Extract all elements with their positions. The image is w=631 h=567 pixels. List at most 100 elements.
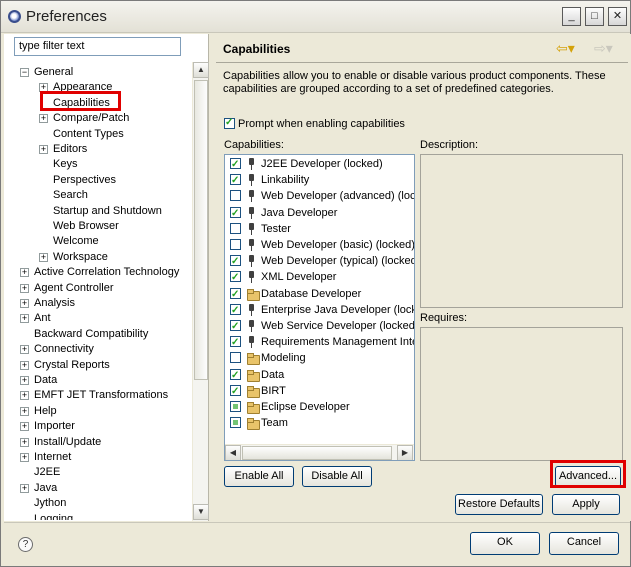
- capability-item[interactable]: XML Developer: [225, 269, 414, 286]
- capability-item[interactable]: Web Developer (advanced) (locke: [225, 188, 414, 204]
- collapse-icon[interactable]: −: [20, 68, 29, 77]
- expand-icon[interactable]: +: [20, 376, 29, 385]
- tree-item[interactable]: − General: [4, 65, 192, 80]
- expand-icon[interactable]: +: [20, 406, 29, 416]
- tree-item[interactable]: Welcome: [4, 234, 192, 249]
- scroll-right-icon[interactable]: ▶: [397, 445, 413, 460]
- capability-item[interactable]: Data: [225, 367, 414, 384]
- capability-item[interactable]: Web Developer (basic) (locked): [225, 237, 414, 253]
- capability-checkbox[interactable]: [230, 417, 241, 429]
- scroll-thumb[interactable]: [194, 80, 208, 380]
- capability-checkbox[interactable]: [230, 190, 241, 202]
- capability-checkbox[interactable]: [230, 352, 241, 364]
- tree-item[interactable]: Content Types: [4, 127, 192, 142]
- tree-item[interactable]: + Help: [4, 404, 192, 419]
- capability-item[interactable]: Linkability: [225, 172, 414, 189]
- tree-item[interactable]: + Active Correlation Technology: [4, 265, 192, 280]
- expand-icon[interactable]: +: [20, 360, 29, 370]
- cancel-button[interactable]: Cancel: [549, 532, 619, 555]
- tree-item[interactable]: + Connectivity: [4, 342, 192, 357]
- disable-all-button[interactable]: Disable All: [302, 466, 372, 487]
- tree-item[interactable]: + Crystal Reports: [4, 358, 192, 373]
- capability-checkbox[interactable]: [230, 222, 241, 234]
- capability-checkbox[interactable]: [230, 319, 241, 335]
- enable-all-button[interactable]: Enable All: [224, 466, 294, 487]
- tree-scrollbar[interactable]: ▲ ▼: [192, 62, 209, 521]
- tree-item[interactable]: Perspectives: [4, 173, 192, 188]
- prompt-checkbox[interactable]: [224, 117, 235, 129]
- capability-checkbox[interactable]: [230, 254, 241, 270]
- tree-item[interactable]: Web Browser: [4, 219, 192, 234]
- tree-item[interactable]: + Importer: [4, 419, 192, 434]
- capability-checkbox[interactable]: [230, 239, 241, 250]
- expand-icon[interactable]: +: [20, 437, 29, 447]
- capability-item[interactable]: Tester: [225, 221, 414, 237]
- capability-item[interactable]: J2EE Developer (locked): [225, 156, 414, 173]
- tree-item[interactable]: Logging: [4, 512, 192, 520]
- scroll-up-icon[interactable]: ▲: [193, 62, 209, 78]
- capability-checkbox[interactable]: [230, 173, 241, 189]
- expand-icon[interactable]: +: [39, 252, 48, 262]
- tree-item[interactable]: + Analysis: [4, 296, 192, 311]
- capability-item[interactable]: Enterprise Java Developer (locke: [225, 302, 414, 319]
- capability-checkbox[interactable]: [230, 303, 241, 319]
- tree-item[interactable]: + Agent Controller: [4, 281, 192, 296]
- capability-checkbox[interactable]: [230, 270, 241, 286]
- capability-checkbox[interactable]: [230, 335, 241, 351]
- capability-checkbox[interactable]: [230, 157, 241, 173]
- tree-item[interactable]: Search: [4, 188, 192, 203]
- tree-item[interactable]: Jython: [4, 496, 192, 511]
- expand-icon[interactable]: +: [20, 391, 29, 401]
- capability-checkbox[interactable]: [230, 287, 241, 303]
- capability-item[interactable]: Eclipse Developer: [225, 399, 414, 415]
- scroll-left-icon[interactable]: ◀: [225, 445, 241, 460]
- tree-item[interactable]: + Compare/Patch: [4, 111, 192, 126]
- capability-item[interactable]: Requirements Management Inte: [225, 334, 414, 351]
- tree-item[interactable]: + Editors: [4, 142, 192, 157]
- expand-icon[interactable]: +: [20, 483, 29, 493]
- tree-item[interactable]: Backward Compatibility: [4, 327, 192, 342]
- capability-item[interactable]: Database Developer: [225, 286, 414, 303]
- expand-icon[interactable]: +: [20, 453, 29, 462]
- ok-button[interactable]: OK: [470, 532, 540, 555]
- title-bar[interactable]: Preferences _ □ ✕: [1, 1, 630, 33]
- scroll-down-icon[interactable]: ▼: [193, 504, 209, 520]
- expand-icon[interactable]: +: [20, 422, 29, 432]
- capability-item[interactable]: Team: [225, 415, 414, 431]
- capability-item[interactable]: Web Service Developer (locked): [225, 318, 414, 335]
- filter-input[interactable]: type filter text: [14, 37, 181, 56]
- capability-checkbox[interactable]: [230, 384, 241, 400]
- tree-item[interactable]: + Install/Update: [4, 435, 192, 450]
- tree-item[interactable]: + Ant: [4, 311, 192, 326]
- tree-item[interactable]: + Data: [4, 373, 192, 388]
- tree-item[interactable]: Startup and Shutdown: [4, 204, 192, 219]
- tree-item[interactable]: J2EE: [4, 465, 192, 480]
- tree-item[interactable]: + Workspace: [4, 250, 192, 265]
- tree-item[interactable]: + EMFT JET Transformations: [4, 388, 192, 403]
- back-arrow-icon[interactable]: ⇦▾: [556, 40, 575, 57]
- forward-arrow-icon[interactable]: ⇨▾: [594, 40, 613, 57]
- close-button[interactable]: ✕: [608, 7, 627, 26]
- apply-button[interactable]: Apply: [552, 494, 620, 515]
- expand-icon[interactable]: +: [20, 283, 29, 293]
- tree-item[interactable]: + Internet: [4, 450, 192, 465]
- expand-icon[interactable]: +: [39, 114, 48, 124]
- expand-icon[interactable]: +: [20, 299, 29, 308]
- list-hscrollbar[interactable]: ◀ ▶: [225, 444, 414, 460]
- expand-icon[interactable]: +: [20, 314, 29, 324]
- restore-defaults-button[interactable]: Restore Defaults: [455, 494, 543, 515]
- help-icon[interactable]: ?: [18, 537, 33, 552]
- hscroll-thumb[interactable]: [242, 446, 392, 460]
- tree-item[interactable]: + Java: [4, 481, 192, 496]
- capability-checkbox[interactable]: [230, 368, 241, 384]
- expand-icon[interactable]: +: [39, 145, 48, 154]
- capabilities-list[interactable]: J2EE Developer (locked) Linkability Web De…: [224, 154, 415, 461]
- capability-item[interactable]: Java Developer: [225, 205, 414, 222]
- capability-item[interactable]: Modeling: [225, 350, 414, 366]
- maximize-button[interactable]: □: [585, 7, 604, 26]
- capability-item[interactable]: BIRT: [225, 383, 414, 400]
- expand-icon[interactable]: +: [20, 345, 29, 355]
- expand-icon[interactable]: +: [20, 268, 29, 278]
- capability-item[interactable]: Web Developer (typical) (locked): [225, 253, 414, 270]
- capability-checkbox[interactable]: [230, 206, 241, 222]
